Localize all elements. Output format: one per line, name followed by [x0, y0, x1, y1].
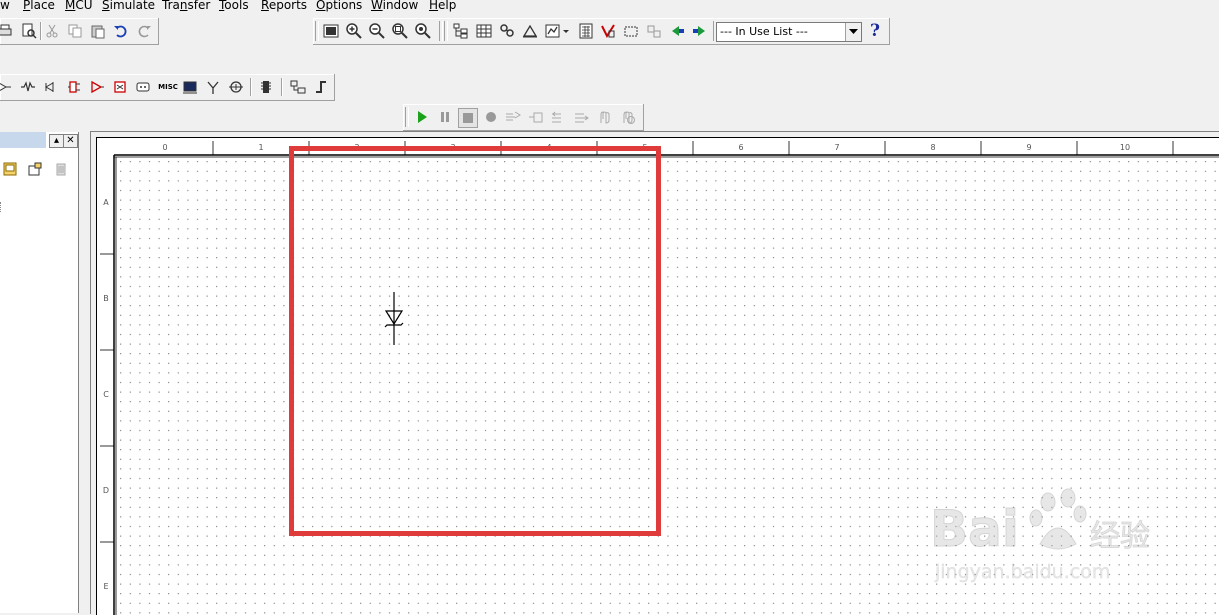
menu-tools[interactable]: Tools — [219, 0, 249, 13]
ruler-row-label: C — [103, 390, 109, 399]
remove-breakpoints-icon[interactable] — [619, 108, 637, 126]
ruler-row-label: B — [103, 294, 109, 303]
menu-view[interactable]: w — [0, 0, 10, 13]
place-basic-icon[interactable] — [19, 78, 37, 96]
menu-mcu-rest: CU — [75, 0, 93, 12]
baidu-watermark: Bai 经验 jingyan.baidu.com — [930, 488, 1150, 583]
menu-window[interactable]: Window — [371, 0, 418, 13]
design-toolbox-icon[interactable] — [452, 22, 470, 40]
run-simulation-icon[interactable] — [413, 108, 431, 126]
zoom-fit-icon[interactable] — [414, 22, 432, 40]
spreadsheet-view-icon[interactable] — [475, 22, 493, 40]
postprocessor-icon[interactable] — [577, 22, 595, 40]
menu-place-rest: lace — [30, 0, 55, 12]
ruler-col-label: 1 — [258, 143, 263, 152]
standard-toolbar — [0, 18, 159, 45]
place-indicator-icon[interactable] — [181, 78, 199, 96]
place-antenna-icon[interactable] — [204, 78, 222, 96]
menu-place[interactable]: Place — [23, 0, 55, 13]
panel-close-button[interactable]: ✕ — [63, 134, 78, 148]
pause-at-breakpoint-icon[interactable] — [482, 108, 500, 126]
delete-sheet-icon[interactable] — [52, 160, 70, 178]
place-misc-icon[interactable]: MISC — [157, 78, 179, 96]
ruler-row-label: E — [103, 582, 108, 591]
full-screen-icon[interactable] — [322, 22, 340, 40]
place-cmos-icon[interactable] — [134, 78, 152, 96]
erc-icon[interactable] — [599, 22, 617, 40]
watermark-brand-cn: 经验 — [1090, 519, 1150, 554]
ruler-row-label: D — [103, 486, 109, 495]
ruler-col-label: 8 — [930, 143, 935, 152]
menu-help[interactable]: Help — [429, 0, 456, 13]
zoom-area-icon[interactable] — [391, 22, 409, 40]
new-sheet-icon[interactable] — [26, 160, 44, 178]
transfer-layout-icon[interactable] — [645, 22, 663, 40]
back-annotate-icon[interactable] — [668, 22, 686, 40]
place-diode-icon[interactable] — [42, 78, 60, 96]
place-analog-icon[interactable] — [88, 78, 106, 96]
open-project-icon[interactable] — [1, 160, 19, 178]
ruler-row-label: A — [103, 198, 109, 207]
paste-icon[interactable] — [89, 22, 107, 40]
stop-icon[interactable] — [458, 108, 478, 128]
menu-simulate-rest: imulate — [109, 0, 156, 12]
design-toolbox-panel: ▴ ✕ — [0, 132, 79, 613]
menu-mcu[interactable]: MCU — [65, 0, 93, 13]
place-source-icon[interactable] — [0, 78, 13, 96]
redo-icon[interactable] — [135, 22, 153, 40]
pause-icon[interactable] — [436, 108, 454, 126]
ruler-col-label: 7 — [834, 143, 839, 152]
menu-transfer[interactable]: Transfer — [162, 0, 210, 13]
panel-minimize-button[interactable]: ▴ — [49, 134, 64, 148]
step-over-icon[interactable] — [527, 108, 545, 126]
step-out-icon[interactable] — [550, 108, 568, 126]
simulation-toolbar — [403, 104, 644, 131]
run-to-cursor-icon[interactable] — [573, 108, 591, 126]
ruler-col-label: 10 — [1120, 143, 1130, 152]
menu-bar: w Place MCU Simulate Transfer Tools Repo… — [0, 0, 1219, 14]
place-bus-icon[interactable] — [312, 78, 330, 96]
place-mcu-icon[interactable] — [257, 78, 275, 96]
misc-label: MISC — [158, 83, 178, 91]
ruler-col-label: 0 — [162, 143, 167, 152]
print-preview-icon[interactable] — [20, 22, 38, 40]
forward-annotate-icon[interactable] — [691, 22, 709, 40]
help-icon[interactable]: ? — [866, 21, 884, 41]
ruler-col-label: 9 — [1026, 143, 1031, 152]
zoom-out-icon[interactable] — [368, 22, 386, 40]
undo-icon[interactable] — [112, 22, 130, 40]
place-transistor-icon[interactable] — [65, 78, 83, 96]
region-select-icon[interactable] — [622, 22, 640, 40]
cut-icon[interactable] — [43, 22, 61, 40]
ruler-col-label: 6 — [738, 143, 743, 152]
menu-reports[interactable]: Reports — [261, 0, 307, 13]
copy-icon[interactable] — [66, 22, 84, 40]
place-hierarchical-icon[interactable] — [289, 78, 307, 96]
print-icon[interactable] — [0, 22, 14, 40]
panel-title-bar — [0, 132, 46, 148]
place-electromech-icon[interactable] — [227, 78, 245, 96]
paw-icon — [1029, 488, 1087, 550]
watermark-url: jingyan.baidu.com — [934, 561, 1110, 583]
place-ttl-icon[interactable] — [111, 78, 129, 96]
help-glyph: ? — [870, 21, 880, 41]
watermark-brand: Bai — [930, 500, 1019, 558]
highlight-selection-rect — [289, 146, 661, 536]
database-manager-icon[interactable] — [498, 22, 516, 40]
menu-simulate[interactable]: Simulate — [102, 0, 155, 13]
tree-connector — [0, 202, 4, 212]
in-use-list-dropdown[interactable]: --- In Use List --- — [716, 22, 862, 42]
create-component-icon[interactable] — [521, 22, 539, 40]
grapher-dropdown-icon[interactable] — [561, 22, 571, 40]
chevron-down-icon[interactable] — [845, 23, 861, 41]
in-use-list-value: --- In Use List --- — [720, 25, 808, 38]
step-into-icon[interactable] — [504, 108, 522, 126]
zoom-in-icon[interactable] — [345, 22, 363, 40]
components-toolbar: MISC — [0, 74, 335, 101]
grapher-icon[interactable] — [544, 22, 562, 40]
toggle-breakpoint-icon[interactable] — [596, 108, 614, 126]
menu-options[interactable]: Options — [316, 0, 362, 13]
